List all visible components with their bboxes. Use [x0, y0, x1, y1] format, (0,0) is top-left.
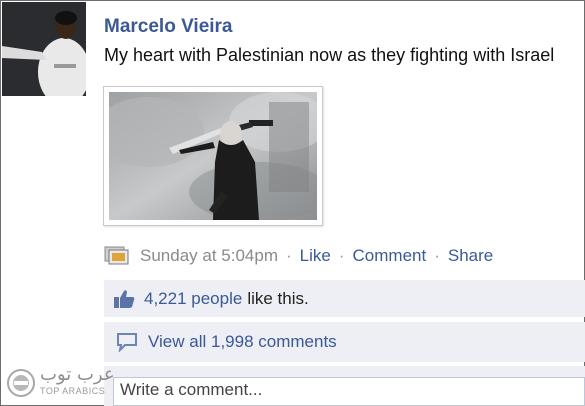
likes-summary: 4,221 people like this. [104, 280, 585, 317]
author-name[interactable]: Marcelo Vieira [104, 16, 233, 38]
like-link[interactable]: Like [300, 246, 331, 266]
comment-composer: Write a comment... [104, 366, 585, 406]
photo-image [109, 92, 317, 220]
watermark-logo: عرب توب TOP ARABICS [6, 364, 115, 400]
separator: · [434, 246, 440, 265]
comment-link[interactable]: Comment [353, 246, 427, 266]
comments-summary: View all 1,998 comments [104, 322, 585, 362]
post-message: My heart with Palestinian now as they fi… [104, 45, 555, 65]
post-meta: Sunday at 5:04pm · Like · Comment · Shar… [104, 245, 493, 267]
comment-input[interactable]: Write a comment... [113, 377, 585, 406]
likes-suffix: like this. [247, 288, 309, 308]
watermark-english: TOP ARABICS [40, 386, 106, 396]
view-all-comments-link[interactable]: View all 1,998 comments [148, 332, 337, 352]
avatar[interactable] [2, 2, 86, 96]
comment-bubble-icon [116, 332, 138, 352]
post-photo[interactable] [103, 86, 323, 226]
separator: · [338, 246, 345, 265]
separator: · [285, 246, 292, 265]
photo-album-icon [104, 246, 130, 266]
watermark-arabic: عرب توب [40, 364, 115, 385]
thumbs-up-icon [113, 289, 135, 309]
post-timestamp[interactable]: Sunday at 5:04pm [140, 246, 278, 266]
likes-count-link[interactable]: 4,221 people [144, 289, 242, 309]
share-link[interactable]: Share [448, 246, 493, 266]
watermark-emblem-icon [7, 369, 35, 397]
